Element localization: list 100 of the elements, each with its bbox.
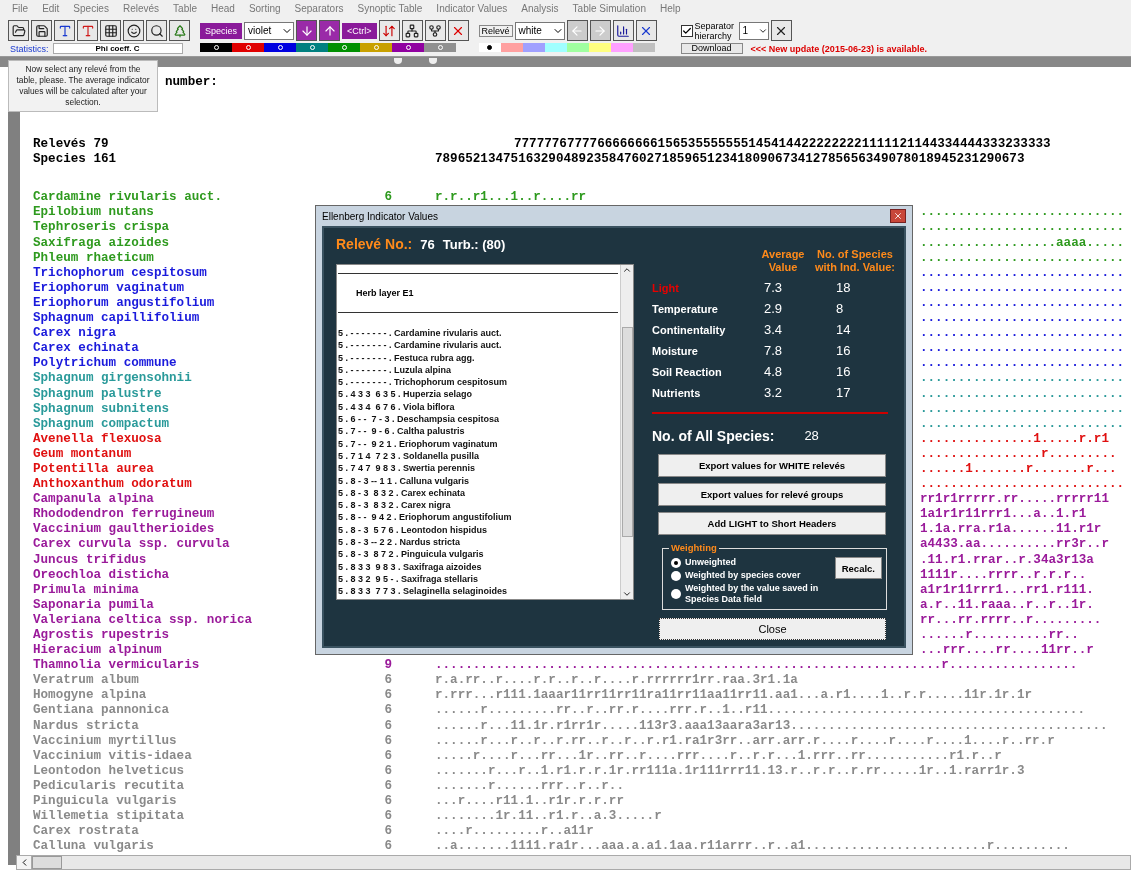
arrow-up-icon[interactable] [319, 20, 341, 41]
species-name[interactable]: Rhododendron ferrugineum [33, 507, 215, 523]
species-name[interactable]: Potentilla aurea [33, 461, 154, 478]
list-item[interactable]: 5 . - - - - - - - . Trichophorum cespitosum [338, 376, 620, 389]
font-icon[interactable] [54, 20, 75, 41]
color-swatch[interactable] [588, 43, 611, 52]
radio-button[interactable] [671, 557, 681, 568]
menu-item[interactable]: Head [211, 2, 235, 14]
horizontal-scrollbar[interactable] [16, 855, 1131, 870]
hierarchy-select[interactable]: 1 [738, 21, 769, 40]
recalc-button[interactable]: Recalc. [834, 557, 882, 579]
indicator-name[interactable]: Soil Reaction [652, 365, 752, 378]
close-icon[interactable] [770, 20, 792, 41]
menu-item[interactable]: Relevés [122, 2, 160, 14]
radio-button[interactable] [671, 570, 681, 581]
color-swatch[interactable] [478, 43, 501, 52]
list-item[interactable]: 5 . - - - - - - - . Cardamine rivularis auct. [338, 339, 620, 352]
species-name[interactable]: Nardus stricta [33, 718, 139, 734]
menu-item[interactable]: Analysis [521, 2, 559, 14]
species-name[interactable]: Trichophorum cespitosum [33, 265, 207, 281]
list-item[interactable]: 5 . - - - - - - - . Cardamine rivularis auct. [338, 327, 620, 340]
menu-item[interactable]: Synoptic Table [357, 2, 423, 14]
species-name[interactable]: Saponaria pumila [33, 597, 154, 613]
menu-item[interactable]: Edit [42, 2, 60, 14]
list-item[interactable]: 5 . 6 - - 7 - 3 . Deschampsia cespitosa [338, 413, 620, 426]
list-item[interactable]: 5 . 8 - 3 8 3 2 . Carex echinata [338, 486, 620, 500]
network-icon[interactable] [401, 20, 423, 41]
list-item[interactable]: 5 . 7 - - 9 - 6 . Caltha palustris [338, 425, 620, 438]
species-name[interactable]: Epilobium nutans [33, 205, 154, 221]
close-icon[interactable] [635, 20, 657, 41]
radio-label[interactable]: Weighted by the value saved in Species Data field [685, 583, 821, 605]
species-name[interactable]: Hieracium alpinum [33, 643, 162, 659]
scroll-down-icon[interactable] [622, 589, 632, 599]
export-button[interactable]: Export values for WHITE relevés [658, 454, 886, 477]
color-swatch[interactable] [522, 43, 545, 52]
species-name[interactable]: Veratrum album [33, 673, 139, 689]
menu-item[interactable]: Table [173, 2, 197, 14]
list-item[interactable]: 5 . 8 3 2 9 5 - . Saxifraga stellaris [338, 572, 620, 586]
download-button[interactable]: Download [680, 43, 743, 54]
arrow-right-icon[interactable] [589, 20, 611, 41]
color-swatch[interactable] [632, 43, 655, 52]
list-item[interactable]: 5 . 8 - 3 8 3 2 . Carex nigra [338, 499, 620, 512]
species-name[interactable]: Oreochloa disticha [33, 567, 170, 583]
color-swatch[interactable] [500, 43, 523, 52]
species-name[interactable]: Polytrichum commune [33, 356, 177, 372]
splitter-handle[interactable] [429, 58, 437, 64]
list-item[interactable]: 5 . - - - - - - - . Luzula alpina [338, 363, 620, 377]
color-swatch[interactable] [610, 43, 633, 52]
species-name[interactable]: Pedicularis recutita [33, 778, 185, 795]
chart-icon[interactable] [612, 20, 634, 41]
species-name[interactable]: Eriophorum angustifolium [33, 295, 215, 312]
color-swatch[interactable] [392, 43, 424, 52]
statistics-field[interactable]: Phi coeff. C [52, 43, 183, 54]
color-swatch[interactable] [232, 43, 264, 52]
color-swatch[interactable] [296, 43, 328, 52]
list-item[interactable]: 5 . 8 - - 9 4 2 . Eriophorum angustifolium [338, 511, 620, 524]
species-name[interactable]: Cardamine rivularis auct. [33, 190, 222, 206]
export-button[interactable]: Add LIGHT to Short Headers [658, 512, 886, 535]
indicator-name[interactable]: Moisture [652, 344, 752, 357]
species-name[interactable]: Saxifraga aizoides [33, 235, 170, 251]
close-icon[interactable] [447, 20, 469, 41]
color-swatch[interactable] [328, 43, 360, 52]
scrollbar-thumb[interactable] [621, 327, 633, 537]
scroll-up-icon[interactable] [622, 265, 632, 275]
indicator-name[interactable]: Temperature [652, 302, 752, 315]
species-name[interactable]: Sphagnum capillifolium [33, 311, 200, 327]
list-item[interactable]: 5 . 7 - - 9 2 1 . Eriophorum vaginatum [338, 437, 620, 450]
indicator-name[interactable]: Nutrients [652, 386, 752, 399]
species-name[interactable]: Phleum rhaeticum [33, 250, 154, 266]
list-item[interactable]: 5 . 8 - 3 -- 1 1 . Calluna vulgaris [338, 474, 620, 487]
radio-label[interactable]: Weighted by species cover [685, 570, 801, 581]
tree-icon[interactable] [169, 20, 190, 41]
menu-item[interactable]: Separators [294, 2, 344, 14]
color-swatch[interactable] [424, 43, 456, 52]
export-button[interactable]: Export values for relevé groups [658, 483, 886, 506]
menu-item[interactable]: Table Simulation [572, 2, 646, 14]
list-item[interactable]: 5 . 8 - 3 -- 2 2 . Nardus stricta [338, 536, 620, 549]
color-swatch[interactable] [566, 43, 589, 52]
splitter-handle[interactable] [394, 58, 402, 64]
species-name[interactable]: Tephroseris crispa [33, 220, 170, 236]
color-swatch[interactable] [264, 43, 296, 52]
menu-item[interactable]: Sorting [248, 2, 281, 14]
species-name[interactable]: Thamnolia vermicularis [33, 658, 200, 674]
species-name[interactable]: Geum montanum [33, 446, 132, 462]
list-item[interactable]: 5 . 4 3 4 6 7 6 . Viola biflora [338, 400, 620, 414]
species-name[interactable]: Vaccinium gaultherioides [33, 522, 215, 538]
branch-icon[interactable] [424, 20, 446, 41]
species-color-select[interactable]: violet [244, 21, 295, 40]
smiley-icon[interactable] [123, 20, 144, 41]
species-name[interactable]: Carex echinata [33, 341, 139, 357]
radio-button[interactable] [671, 589, 681, 599]
species-name[interactable]: Campanula alpina [33, 492, 154, 508]
species-name[interactable]: Carex nigra [33, 326, 117, 342]
species-name[interactable]: Primula minima [33, 582, 139, 598]
font-icon[interactable] [77, 20, 98, 41]
arrow-down-icon[interactable] [296, 20, 318, 41]
grid-icon[interactable] [100, 20, 121, 41]
menu-item[interactable]: File [12, 2, 29, 14]
list-item[interactable]: 5 . 8 - 3 5 7 6 . Leontodon hispidus [338, 523, 620, 537]
radio-label[interactable]: Unweighted [685, 557, 736, 568]
